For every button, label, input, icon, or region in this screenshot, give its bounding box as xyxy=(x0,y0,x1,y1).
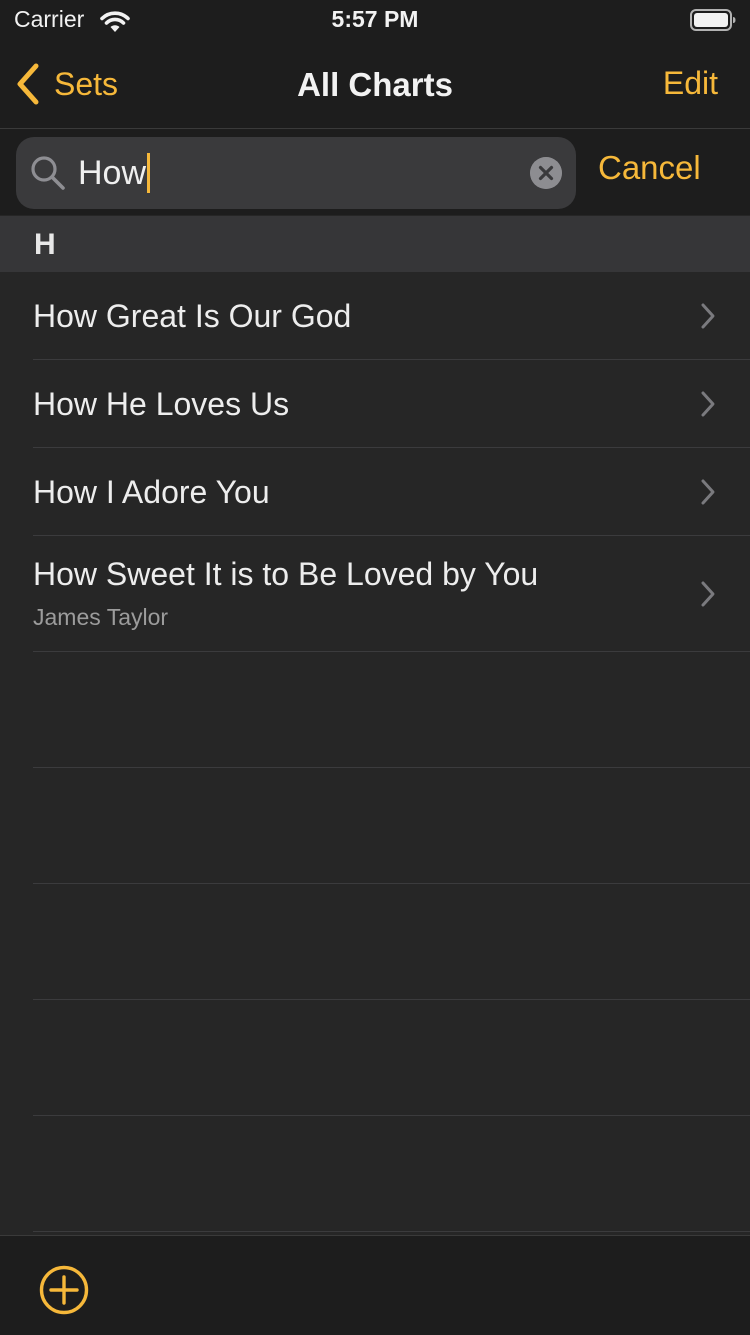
search-bar: How Cancel xyxy=(0,129,750,215)
chevron-right-icon xyxy=(701,581,715,607)
list-item-title: How He Loves Us xyxy=(33,386,290,422)
status-bar: Carrier 5:57 PM xyxy=(0,0,750,40)
chevron-right-icon xyxy=(701,303,715,329)
clear-search-icon[interactable] xyxy=(530,157,562,189)
empty-row-divider xyxy=(33,767,750,768)
text-cursor xyxy=(147,153,151,193)
bottom-toolbar xyxy=(0,1235,750,1335)
search-icon xyxy=(31,156,65,190)
empty-row-divider xyxy=(33,1231,750,1232)
battery-icon xyxy=(690,9,736,31)
chevron-right-icon xyxy=(701,479,715,505)
status-time: 5:57 PM xyxy=(331,6,419,32)
cancel-button[interactable]: Cancel xyxy=(598,149,701,187)
empty-row-divider xyxy=(33,999,750,1000)
list-item-title: How I Adore You xyxy=(33,474,270,510)
list-item-subtitle: James Taylor xyxy=(33,604,169,630)
page-title: All Charts xyxy=(297,66,453,103)
section-header: H xyxy=(0,216,750,272)
search-input[interactable]: How xyxy=(78,151,151,195)
list-item[interactable]: How Sweet It is to Be Loved by You James… xyxy=(0,536,750,652)
list-item-title: How Great Is Our God xyxy=(33,298,352,334)
navigation-bar: Sets All Charts Edit xyxy=(0,40,750,129)
row-divider xyxy=(33,651,750,652)
section-header-title: H xyxy=(34,228,56,261)
search-field[interactable]: How xyxy=(16,137,576,209)
list-item[interactable]: How Great Is Our God xyxy=(0,272,750,360)
search-input-value: How xyxy=(78,153,147,192)
list-item-title: How Sweet It is to Be Loved by You xyxy=(33,556,539,592)
chart-list: How Great Is Our God How He Loves Us How… xyxy=(0,272,750,652)
empty-row-divider xyxy=(33,883,750,884)
list-item[interactable]: How I Adore You xyxy=(0,448,750,536)
add-circle-icon[interactable] xyxy=(39,1265,89,1315)
empty-row-divider xyxy=(33,1115,750,1116)
chevron-right-icon xyxy=(701,391,715,417)
list-item[interactable]: How He Loves Us xyxy=(0,360,750,448)
edit-button[interactable]: Edit xyxy=(663,65,718,102)
